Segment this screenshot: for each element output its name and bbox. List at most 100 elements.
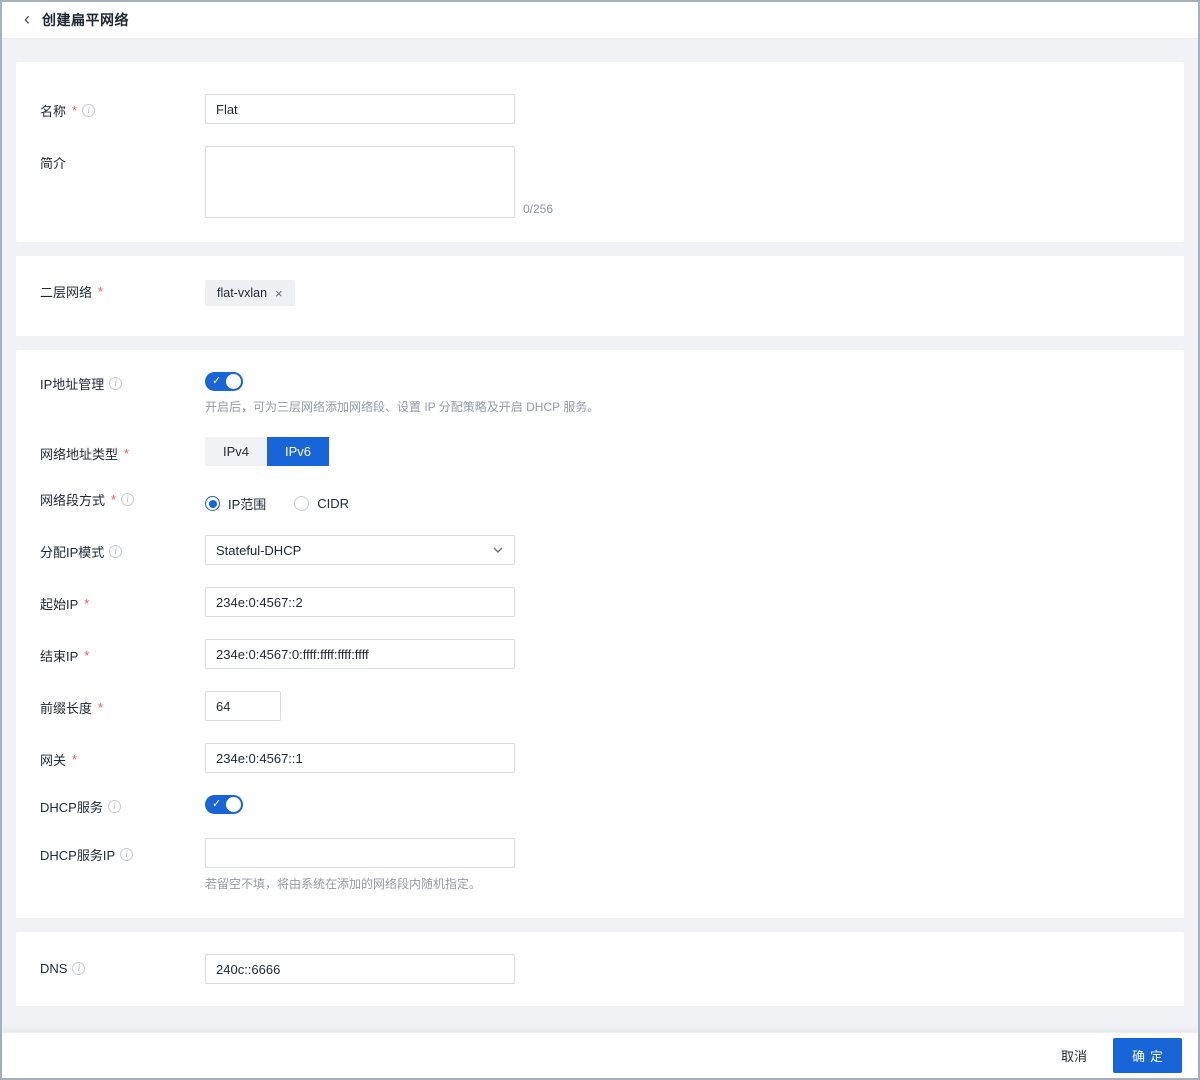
- info-icon[interactable]: i: [72, 962, 86, 975]
- dhcp-label: DHCP服务 i: [40, 795, 205, 816]
- dhcp-ip-label: DHCP服务IP i: [40, 838, 205, 864]
- dhcp-label-text: DHCP服务: [40, 800, 103, 815]
- chevron-down-icon: [493, 547, 503, 553]
- gateway-label-text: 网关: [40, 753, 67, 768]
- ip-mgmt-label-text: IP地址管理: [40, 377, 105, 392]
- tag-remove-icon[interactable]: ×: [275, 287, 283, 300]
- info-icon[interactable]: i: [109, 545, 123, 558]
- ip-mgmt-toggle[interactable]: ✓: [205, 372, 243, 391]
- info-icon[interactable]: i: [82, 104, 96, 117]
- page-header: ‹ 创建扁平网络: [2, 2, 1198, 39]
- description-label-text: 简介: [40, 156, 67, 171]
- description-textarea[interactable]: [205, 146, 515, 218]
- prefix-length-label-text: 前缀长度: [40, 701, 93, 716]
- dns-label-text: DNS: [40, 961, 68, 976]
- form-row-addr-type: 网络地址类型 * IPv4 IPv6: [40, 437, 1160, 466]
- end-ip-input[interactable]: [205, 639, 515, 669]
- toggle-knob: [226, 797, 241, 812]
- info-icon[interactable]: i: [120, 848, 134, 861]
- form-row-name: 名称 * i: [40, 94, 1160, 124]
- card-ip-management: IP地址管理 i ✓ 开启后，可为三层网络添加网络段、设置 IP 分配策略及开启 …: [16, 350, 1184, 918]
- addr-type-group: IPv4 IPv6: [205, 437, 329, 466]
- alloc-mode-value: Stateful-DHCP: [216, 542, 302, 558]
- form-row-segment-mode: 网络段方式 * i IP范围 CIDR: [40, 488, 1160, 513]
- info-icon[interactable]: i: [121, 493, 135, 506]
- form-row-end-ip: 结束IP *: [40, 639, 1160, 669]
- required-marker: *: [111, 492, 117, 507]
- card-basic-info: 名称 * i 简介 0/256: [16, 62, 1184, 242]
- ip-mgmt-hint: 开启后，可为三层网络添加网络段、设置 IP 分配策略及开启 DHCP 服务。: [205, 400, 600, 414]
- form-row-description: 简介 0/256: [40, 146, 1160, 218]
- form-row-l2-network: 二层网络 * flat-vxlan ×: [40, 280, 1160, 306]
- gateway-label: 网关 *: [40, 743, 205, 769]
- start-ip-input[interactable]: [205, 587, 515, 617]
- dhcp-ip-hint: 若留空不填，将由系统在添加的网络段内随机指定。: [205, 877, 482, 891]
- alloc-mode-select[interactable]: Stateful-DHCP: [205, 535, 515, 565]
- form-row-prefix-length: 前缀长度 *: [40, 691, 1160, 721]
- alloc-mode-label: 分配IP模式 i: [40, 535, 205, 561]
- start-ip-label-text: 起始IP: [40, 597, 79, 612]
- form-row-dns: DNS i: [40, 954, 1160, 984]
- toggle-knob: [226, 374, 241, 389]
- radio-ip-range[interactable]: IP范围: [205, 494, 266, 513]
- ip-mgmt-label: IP地址管理 i: [40, 372, 205, 393]
- dhcp-ip-label-text: DHCP服务IP: [40, 848, 116, 863]
- required-marker: *: [98, 700, 104, 715]
- addr-type-ipv4-button[interactable]: IPv4: [205, 437, 267, 466]
- dns-label: DNS i: [40, 954, 205, 976]
- description-label: 简介: [40, 146, 205, 172]
- required-marker: *: [72, 752, 78, 767]
- dhcp-toggle[interactable]: ✓: [205, 795, 243, 814]
- radio-checked-icon: [205, 496, 220, 511]
- required-marker: *: [72, 103, 78, 118]
- back-icon[interactable]: ‹: [24, 10, 30, 28]
- l2-network-tag-text: flat-vxlan: [217, 286, 268, 300]
- form-row-alloc-mode: 分配IP模式 i Stateful-DHCP: [40, 535, 1160, 565]
- dhcp-ip-input[interactable]: [205, 838, 515, 868]
- form-row-gateway: 网关 *: [40, 743, 1160, 773]
- prefix-length-label: 前缀长度 *: [40, 691, 205, 717]
- required-marker: *: [84, 648, 90, 663]
- l2-network-label-text: 二层网络: [40, 285, 93, 300]
- radio-cidr[interactable]: CIDR: [294, 494, 349, 513]
- gateway-input[interactable]: [205, 743, 515, 773]
- info-icon[interactable]: i: [107, 800, 121, 813]
- char-counter: 0/256: [523, 202, 554, 216]
- radio-ip-range-label: IP范围: [228, 497, 267, 512]
- form-row-start-ip: 起始IP *: [40, 587, 1160, 617]
- l2-network-label: 二层网络 *: [40, 280, 205, 301]
- name-label-text: 名称: [40, 104, 67, 119]
- segment-mode-group: IP范围 CIDR: [205, 488, 349, 513]
- info-icon[interactable]: i: [109, 377, 123, 390]
- check-icon: ✓: [212, 375, 222, 387]
- form-row-dhcp: DHCP服务 i ✓: [40, 795, 1160, 816]
- page-footer: 取消 确定: [2, 1032, 1198, 1078]
- required-marker: *: [84, 596, 90, 611]
- check-icon: ✓: [212, 798, 222, 810]
- addr-type-label: 网络地址类型 *: [40, 437, 205, 463]
- addr-type-ipv6-button[interactable]: IPv6: [267, 437, 329, 466]
- name-input[interactable]: [205, 94, 515, 124]
- l2-network-tag: flat-vxlan ×: [205, 280, 295, 306]
- page-title: 创建扁平网络: [42, 12, 129, 28]
- name-label: 名称 * i: [40, 94, 205, 120]
- prefix-length-input[interactable]: [205, 691, 281, 721]
- confirm-button[interactable]: 确定: [1112, 1038, 1182, 1073]
- alloc-mode-label-text: 分配IP模式: [40, 545, 105, 560]
- segment-mode-label-text: 网络段方式: [40, 493, 106, 508]
- dns-input[interactable]: [205, 954, 515, 984]
- card-l2-network: 二层网络 * flat-vxlan ×: [16, 256, 1184, 336]
- form-row-ip-mgmt: IP地址管理 i ✓ 开启后，可为三层网络添加网络段、设置 IP 分配策略及开启 …: [40, 372, 1160, 415]
- cancel-button[interactable]: 取消: [1061, 1046, 1087, 1065]
- segment-mode-label: 网络段方式 * i: [40, 488, 205, 509]
- form-row-dhcp-ip: DHCP服务IP i 若留空不填，将由系统在添加的网络段内随机指定。: [40, 838, 1160, 892]
- radio-unchecked-icon: [294, 496, 310, 511]
- start-ip-label: 起始IP *: [40, 587, 205, 613]
- radio-cidr-label: CIDR: [317, 496, 350, 511]
- end-ip-label: 结束IP *: [40, 639, 205, 665]
- addr-type-label-text: 网络地址类型: [40, 447, 119, 462]
- required-marker: *: [98, 284, 104, 299]
- end-ip-label-text: 结束IP: [40, 649, 79, 664]
- card-dns: DNS i: [16, 932, 1184, 1006]
- form-content: 名称 * i 简介 0/256 二层网络 *: [2, 39, 1198, 1006]
